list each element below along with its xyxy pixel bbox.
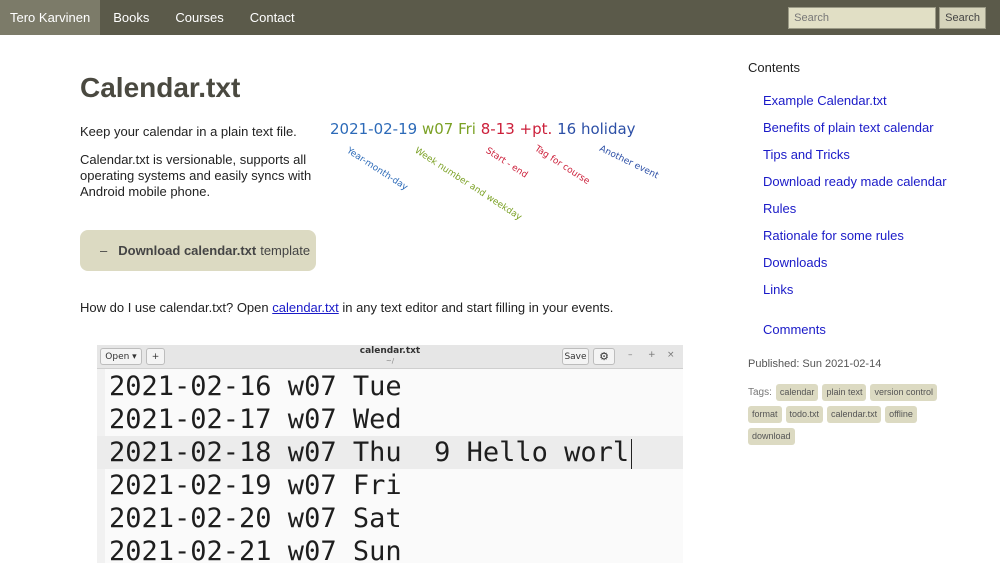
- tag-calendar[interactable]: calendar: [775, 384, 819, 401]
- nav-link-contact[interactable]: Contact: [237, 0, 308, 35]
- toc-link-links[interactable]: Links: [763, 282, 793, 297]
- toc-link-tips[interactable]: Tips and Tricks: [763, 147, 850, 162]
- annotation-another-event: Another event: [597, 144, 660, 182]
- tag-offline[interactable]: offline: [885, 406, 917, 423]
- toc-item: Links: [763, 283, 947, 310]
- calendar-txt-link[interactable]: calendar.txt: [272, 300, 339, 315]
- nav-link-books[interactable]: Books: [100, 0, 162, 35]
- table-of-contents: Example Calendar.txt Benefits of plain t…: [763, 94, 947, 350]
- diagram-date: 2021-02-19: [330, 120, 418, 138]
- tag-list: Tags: calendar plain text version contro…: [748, 384, 958, 450]
- toc-item: Download ready made calendar: [763, 175, 947, 202]
- usage-text-after: in any text editor and start filling in …: [338, 300, 614, 315]
- tag-version-control[interactable]: version control: [870, 384, 937, 401]
- download-bold-label: Download calendar.txt: [118, 243, 257, 258]
- toc-item: Rationale for some rules: [763, 229, 947, 256]
- editor-line: 2021-02-16 w07 Tue: [109, 371, 402, 402]
- download-rest-label: template: [260, 243, 311, 258]
- toc-link-benefits[interactable]: Benefits of plain text calendar: [763, 120, 934, 135]
- minimize-icon: –: [628, 350, 633, 360]
- search-button[interactable]: Search: [939, 7, 986, 29]
- tag-calendar-txt[interactable]: calendar.txt: [827, 406, 882, 423]
- intro-paragraph-2: Calendar.txt is versionable, supports al…: [80, 152, 312, 199]
- search-form: Search: [788, 7, 986, 29]
- usage-paragraph: How do I use calendar.txt? Open calendar…: [80, 300, 613, 315]
- editor-line-current: 2021-02-18 w07 Thu 9 Hello worl: [97, 436, 683, 469]
- usage-text-before: How do I use calendar.txt? Open: [80, 300, 273, 315]
- editor-line: 2021-02-20 w07 Sat: [109, 503, 402, 534]
- toc-link-example[interactable]: Example Calendar.txt: [763, 93, 887, 108]
- tag-todo-txt[interactable]: todo.txt: [785, 406, 824, 423]
- published-date: Published: Sun 2021-02-14: [748, 358, 882, 370]
- nav-link-courses[interactable]: Courses: [162, 0, 236, 35]
- toc-link-rules[interactable]: Rules: [763, 201, 796, 216]
- close-icon: ×: [667, 350, 675, 360]
- page-title: Calendar.txt: [80, 72, 241, 103]
- annotation-year-month-day: Year-month-day: [344, 146, 410, 193]
- search-input[interactable]: [788, 7, 937, 29]
- editor-line: 2021-02-19 w07 Fri: [109, 470, 402, 501]
- toc-link-download-calendar[interactable]: Download ready made calendar: [763, 174, 947, 189]
- toc-item: Benefits of plain text calendar: [763, 121, 947, 148]
- editor-line: 2021-02-17 w07 Wed: [109, 404, 402, 435]
- format-diagram: 2021-02-19 w07 Fri 8-13 +pt. 16 holiday …: [330, 120, 670, 223]
- contents-heading: Contents: [748, 60, 801, 75]
- intro-paragraph-1: Keep your calendar in a plain text file.: [80, 124, 297, 139]
- editor-line-text: 2021-02-18 w07 Thu 9 Hello worl: [109, 437, 630, 468]
- toc-item: Comments: [763, 323, 947, 350]
- editor-save-button: Save: [562, 348, 589, 365]
- top-navbar: Tero Karvinen Books Courses Contact Sear…: [0, 0, 1000, 35]
- diagram-example-line: 2021-02-19 w07 Fri 8-13 +pt. 16 holiday: [330, 120, 636, 138]
- editor-line: 2021-02-21 w07 Sun: [109, 536, 402, 563]
- annotation-start-end: Start - end: [483, 146, 530, 181]
- toc-item: Tips and Tricks: [763, 148, 947, 175]
- toc-link-downloads[interactable]: Downloads: [763, 255, 827, 270]
- toc-item: Downloads: [763, 256, 947, 283]
- download-dash: –: [100, 243, 108, 258]
- tag-format[interactable]: format: [748, 406, 782, 423]
- tag-plain-text[interactable]: plain text: [822, 384, 867, 401]
- download-template-button[interactable]: – Download calendar.txt template: [80, 230, 316, 271]
- maximize-icon: +: [648, 350, 656, 360]
- tags-label: Tags:: [748, 387, 772, 398]
- toc-link-rationale[interactable]: Rationale for some rules: [763, 228, 904, 243]
- text-cursor: [631, 438, 633, 469]
- tag-download[interactable]: download: [748, 428, 795, 445]
- toc-link-comments[interactable]: Comments: [763, 322, 826, 337]
- diagram-event: 16 holiday: [557, 120, 636, 138]
- gear-icon: ⚙: [593, 348, 615, 365]
- toc-item: Rules: [763, 202, 947, 229]
- diagram-week: w07 Fri: [421, 120, 476, 138]
- editor-text-area: 2021-02-16 w07 Tue 2021-02-17 w07 Wed 20…: [97, 370, 683, 563]
- toc-item: Example Calendar.txt: [763, 94, 947, 121]
- annotation-tag-for-course: Tag for course: [532, 144, 592, 187]
- editor-header-bar: Open ▾ + calendar.txt ~/ Save ⚙ – + ×: [97, 345, 683, 369]
- brand-link[interactable]: Tero Karvinen: [0, 0, 101, 35]
- editor-screenshot: Open ▾ + calendar.txt ~/ Save ⚙ – + × 20…: [97, 345, 683, 563]
- diagram-time: 8-13 +pt.: [480, 120, 553, 138]
